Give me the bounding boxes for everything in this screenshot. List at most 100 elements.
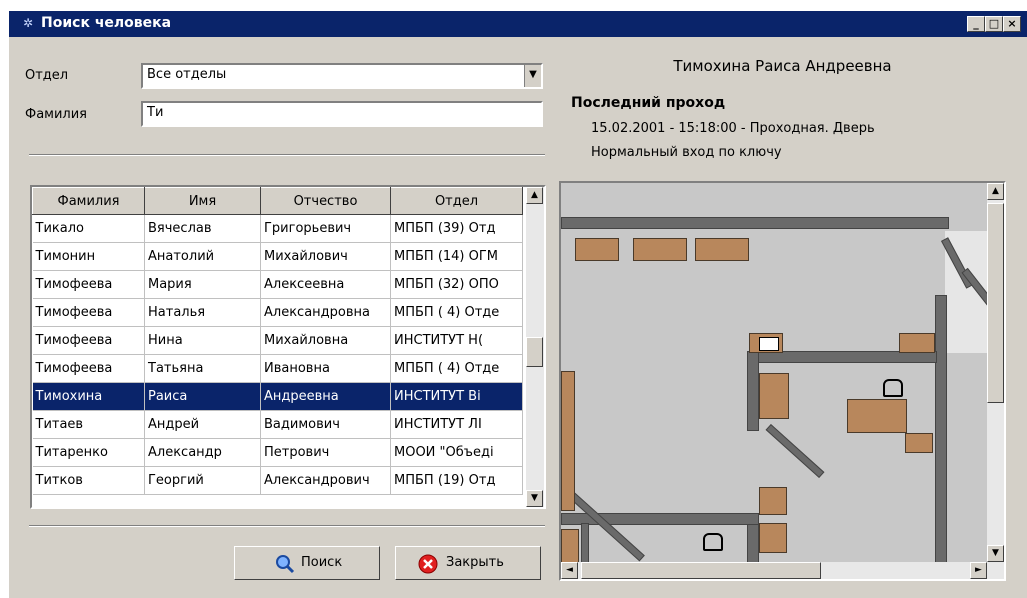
table-cell: Наталья — [144, 298, 261, 327]
table-row[interactable]: Тимохина Раиса Андреевна ИНСТИТУТ Ві — [32, 382, 523, 411]
column-header[interactable]: Отдел — [390, 187, 523, 215]
minimize-button[interactable]: _ — [967, 16, 985, 32]
department-select[interactable]: Все отделы ▼ — [141, 63, 543, 89]
search-button-label: Поиск — [301, 555, 343, 570]
desk — [759, 487, 787, 515]
wall — [561, 217, 949, 229]
table-cell: Михайлович — [260, 242, 391, 271]
table-cell: Татьяна — [144, 354, 261, 383]
table-cell: Тимофеева — [32, 270, 145, 299]
desk — [575, 238, 619, 261]
table-row[interactable]: Тимофеева Татьяна Ивановна МПБП ( 4) Отде — [32, 354, 523, 383]
table-row[interactable]: Тимофеева Мария Алексеевна МПБП (32) ОПО — [32, 270, 523, 299]
scroll-thumb[interactable] — [526, 337, 543, 367]
last-pass-label: Последний проход — [571, 95, 726, 111]
map-vertical-scrollbar[interactable]: ▲ ▼ — [987, 183, 1004, 579]
close-icon — [418, 554, 438, 578]
table-cell: ИНСТИТУТ ЛІ — [390, 410, 523, 439]
table-cell: Александровна — [260, 298, 391, 327]
table-row[interactable]: Титков Георгий Александрович МПБП (19) Отд — [32, 466, 523, 495]
scroll-down-icon[interactable]: ▼ — [987, 545, 1004, 562]
wall — [935, 295, 947, 579]
chair-icon — [703, 533, 723, 551]
column-header[interactable]: Фамилия — [32, 187, 145, 215]
table-cell: Титаев — [32, 410, 145, 439]
people-grid: Фамилия Имя Отчество Отдел Тикало Вячеслав Гр… — [32, 187, 523, 495]
search-button[interactable]: Поиск — [234, 546, 380, 580]
table-cell: Тимофеева — [32, 354, 145, 383]
table-cell: Раиса — [144, 382, 261, 411]
table-cell: МПБП (14) ОГМ — [390, 242, 523, 271]
floor-plan-map[interactable]: ▲ ▼ ◄ ► — [559, 181, 1006, 581]
app-icon: ✲ — [23, 16, 34, 30]
table-cell: МПБП (32) ОПО — [390, 270, 523, 299]
last-pass-detail: 15.02.2001 - 15:18:00 - Проходная. Дверь — [591, 121, 875, 136]
scroll-up-icon[interactable]: ▲ — [987, 183, 1004, 200]
department-value: Все отделы — [147, 67, 227, 82]
desk — [759, 523, 787, 553]
table-cell: Андреевна — [260, 382, 391, 411]
scroll-right-icon[interactable]: ► — [970, 562, 987, 579]
table-row[interactable]: Тикало Вячеслав Григорьевич МПБП (39) Отд — [32, 214, 523, 243]
scroll-thumb[interactable] — [581, 562, 821, 579]
desk — [561, 371, 575, 511]
table-cell: Александрович — [260, 466, 391, 495]
column-header[interactable]: Отчество — [260, 187, 391, 215]
scroll-left-icon[interactable]: ◄ — [561, 562, 578, 579]
person-name: Тимохина Раиса Андреевна — [673, 57, 892, 75]
table-cell: Александр — [144, 438, 261, 467]
scroll-down-icon[interactable]: ▼ — [526, 490, 543, 507]
table-cell: МПБП ( 4) Отде — [390, 298, 523, 327]
table-cell: Вячеслав — [144, 214, 261, 243]
column-header[interactable]: Имя — [144, 187, 261, 215]
desk — [847, 399, 907, 433]
table-cell: Мария — [144, 270, 261, 299]
last-pass-event: Нормальный вход по ключу — [591, 145, 782, 160]
table-cell: Ивановна — [260, 354, 391, 383]
table-cell: Григорьевич — [260, 214, 391, 243]
table-cell: Анатолий — [144, 242, 261, 271]
table-row[interactable]: Тимофеева Нина Михайловна ИНСТИТУТ Н( — [32, 326, 523, 355]
table-cell: ИНСТИТУТ Ві — [390, 382, 523, 411]
search-person-window: ✲ Поиск человека _ □ × Отдел Все отделы … — [8, 10, 1027, 598]
table-row[interactable]: Тимонин Анатолий Михайлович МПБП (14) ОГМ — [32, 242, 523, 271]
title-bar[interactable]: ✲ Поиск человека _ □ × — [9, 11, 1027, 37]
table-cell: Титков — [32, 466, 145, 495]
window-title: Поиск человека — [41, 15, 172, 31]
table-scrollbar[interactable]: ▲ ▼ — [526, 187, 544, 507]
table-cell: Тикало — [32, 214, 145, 243]
table-row[interactable]: Титаренко Александр Петрович МООИ "Объеді — [32, 438, 523, 467]
monitor-icon — [759, 337, 779, 351]
chevron-down-icon[interactable]: ▼ — [524, 65, 541, 87]
desk — [899, 333, 935, 353]
desk — [905, 433, 933, 453]
surname-input[interactable]: Ти — [141, 101, 543, 127]
table-cell: Михайловна — [260, 326, 391, 355]
people-table: Фамилия Имя Отчество Отдел Тикало Вячеслав Гр… — [30, 185, 546, 509]
divider — [29, 154, 545, 156]
desk — [759, 373, 789, 419]
table-cell: МООИ "Объеді — [390, 438, 523, 467]
table-row[interactable]: Тимофеева Наталья Александровна МПБП ( 4) О… — [32, 298, 523, 327]
table-cell: Алексеевна — [260, 270, 391, 299]
table-cell: Георгий — [144, 466, 261, 495]
table-row[interactable]: Титаев Андрей Вадимович ИНСТИТУТ ЛІ — [32, 410, 523, 439]
table-cell: Вадимович — [260, 410, 391, 439]
desk — [633, 238, 687, 261]
close-window-button[interactable]: × — [1003, 16, 1021, 32]
search-icon — [275, 554, 295, 578]
scroll-up-icon[interactable]: ▲ — [526, 187, 543, 204]
map-horizontal-scrollbar[interactable]: ◄ ► — [561, 562, 987, 579]
close-button[interactable]: Закрыть — [395, 546, 541, 580]
scroll-thumb[interactable] — [987, 203, 1004, 403]
maximize-button[interactable]: □ — [985, 16, 1003, 32]
door — [765, 423, 825, 479]
table-cell: Нина — [144, 326, 261, 355]
table-cell: Тимофеева — [32, 298, 145, 327]
table-cell: МПБП (39) Отд — [390, 214, 523, 243]
table-cell: Тимонин — [32, 242, 145, 271]
close-button-label: Закрыть — [446, 555, 504, 570]
table-cell: ИНСТИТУТ Н( — [390, 326, 523, 355]
table-cell: Тимофеева — [32, 326, 145, 355]
surname-label: Фамилия — [25, 107, 87, 122]
